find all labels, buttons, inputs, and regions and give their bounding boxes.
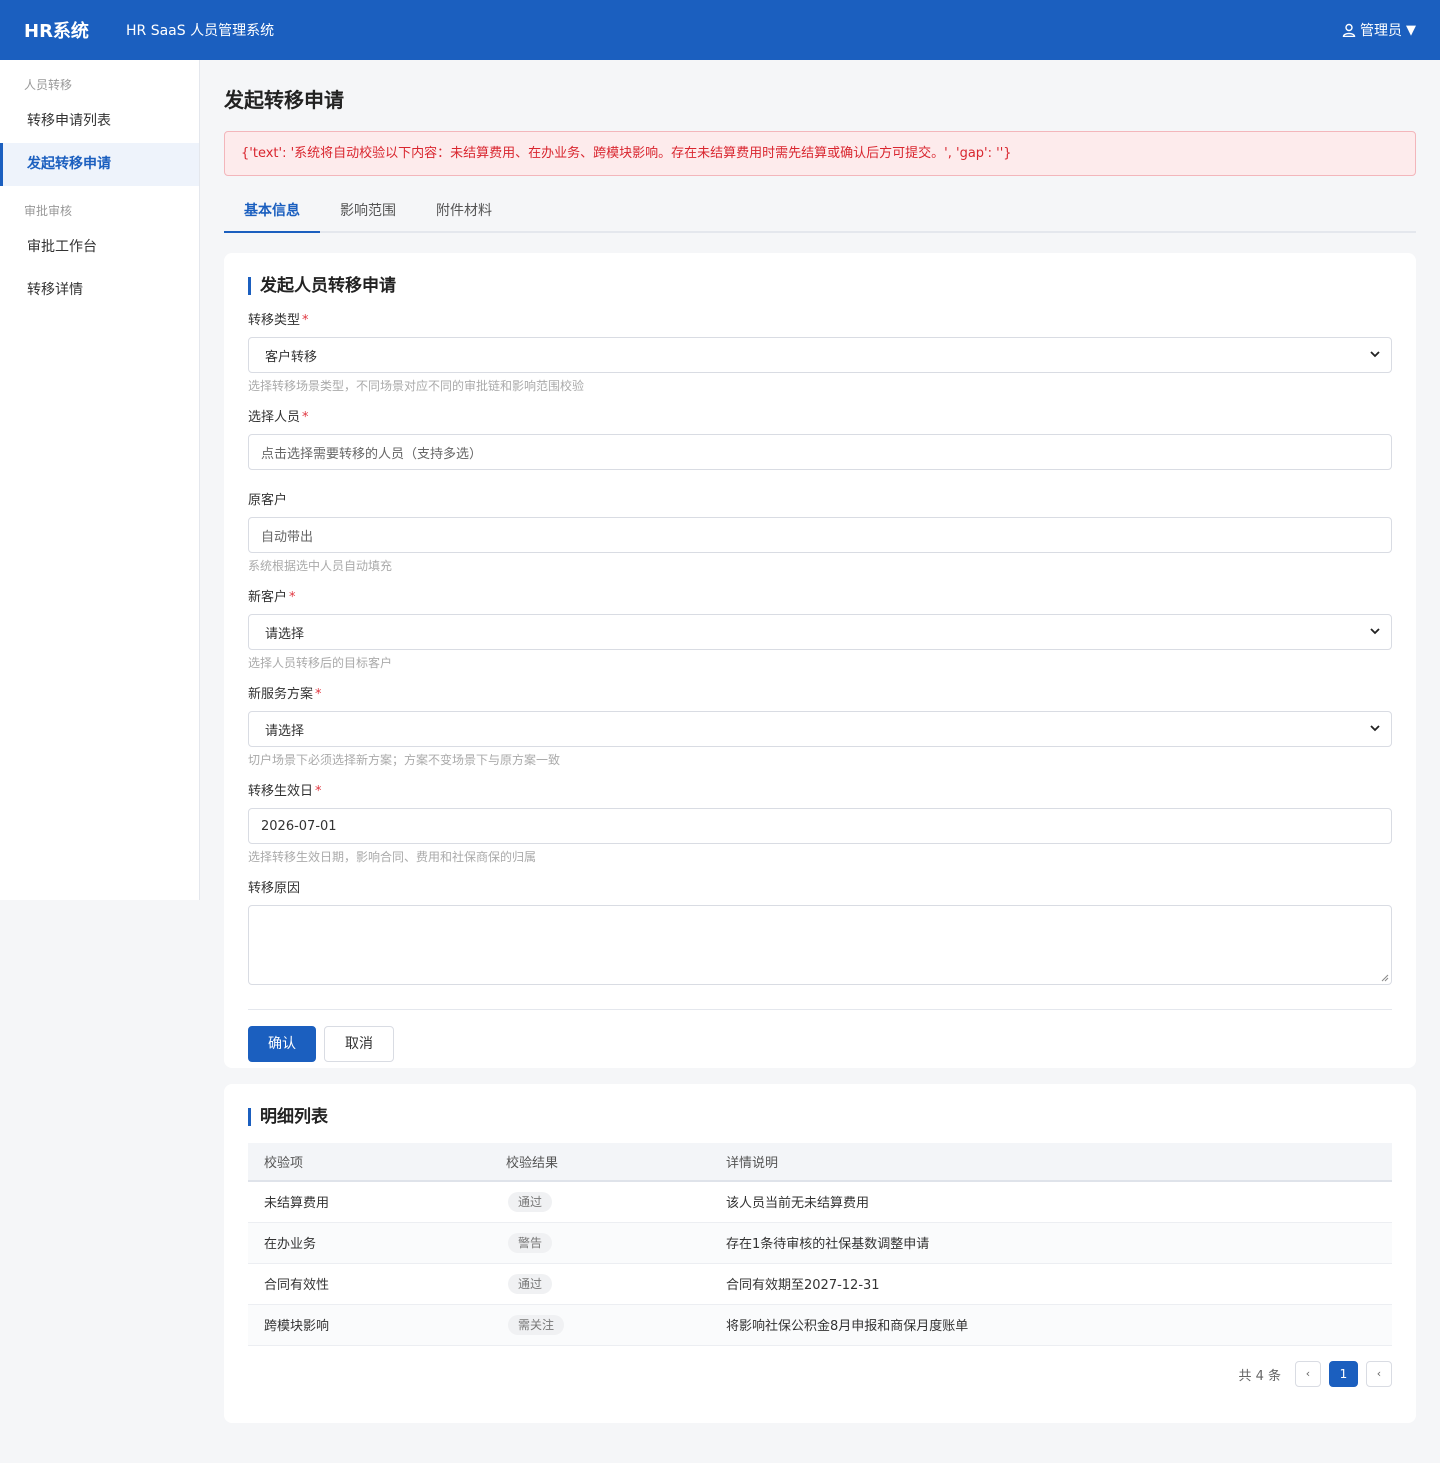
- reason-label: 转移原因: [248, 881, 301, 896]
- confirm-button[interactable]: 确认: [248, 1026, 316, 1062]
- user-icon: [1342, 23, 1356, 37]
- new-plan-select[interactable]: 请选择: [248, 711, 1392, 747]
- new-customer-label: 新客户 *: [248, 590, 296, 605]
- validation-alert: {'text': '系统将自动校验以下内容：未结算费用、在办业务、跨模块影响。存…: [224, 131, 1416, 176]
- top-bar: HR系统 HR SaaS 人员管理系统 管理员 ▼: [0, 0, 1440, 60]
- status-badge: 警告: [508, 1232, 553, 1253]
- sidebar-item-transfer-detail[interactable]: 转移详情: [0, 269, 199, 312]
- resize-grip-icon[interactable]: [1381, 974, 1389, 982]
- table-row: 在办业务 警告 存在1条待审核的社保基数调整申请: [248, 1222, 1392, 1264]
- new-customer-hint: 选择人员转移后的目标客户: [248, 656, 393, 670]
- status-badge: 需关注: [508, 1314, 565, 1335]
- detail-list-card: 明细列表 校验项 校验结果 详情说明 未结算费用 通过 该人员当前无未结算费用 …: [224, 1084, 1416, 1423]
- list-title: 明细列表: [248, 1108, 1392, 1126]
- column-header: 校验结果: [490, 1143, 710, 1182]
- orig-customer-hint: 系统根据选中人员自动填充: [248, 559, 393, 573]
- transfer-type-value: 客户转移: [265, 349, 318, 365]
- cell-detail: 将影响社保公积金8月申报和商保月度账单: [710, 1304, 1392, 1346]
- cell-detail: 该人员当前无未结算费用: [710, 1181, 1392, 1223]
- system-subtitle: HR SaaS 人员管理系统: [126, 23, 275, 39]
- sidebar: 人员转移 转移申请列表 发起转移申请 审批审核 审批工作台 转移详情: [0, 60, 200, 900]
- sidebar-item-approval-workbench[interactable]: 审批工作台: [0, 226, 199, 269]
- form-actions: 确认 取消: [248, 1026, 1392, 1062]
- cancel-button[interactable]: 取消: [324, 1026, 394, 1062]
- tab-basic-info[interactable]: 基本信息: [224, 192, 320, 233]
- sidebar-item-new-transfer[interactable]: 发起转移申请: [0, 143, 199, 186]
- brand-logo[interactable]: HR系统: [24, 17, 126, 43]
- cell-item: 合同有效性: [248, 1263, 490, 1305]
- status-badge: 通过: [508, 1273, 553, 1294]
- effective-date-input[interactable]: 2026-07-01: [248, 808, 1392, 844]
- effective-date-label: 转移生效日 *: [248, 784, 322, 799]
- transfer-form-card: 发起人员转移申请 转移类型 * 客户转移 选择转移场景类型，不同场景对应不同的审批…: [224, 253, 1416, 1068]
- transfer-type-label: 转移类型 *: [248, 313, 309, 328]
- personnel-label: 选择人员 *: [248, 410, 309, 425]
- transfer-type-select[interactable]: 客户转移: [248, 337, 1392, 373]
- tab-impact-scope[interactable]: 影响范围: [320, 192, 416, 231]
- orig-customer-label: 原客户: [248, 493, 288, 508]
- chevron-down-icon: [1370, 351, 1380, 358]
- status-badge: 通过: [508, 1191, 553, 1212]
- form-title: 发起人员转移申请: [248, 277, 1392, 295]
- table-row: 跨模块影响 需关注 将影响社保公积金8月申报和商保月度账单: [248, 1304, 1392, 1346]
- table-row: 未结算费用 通过 该人员当前无未结算费用: [248, 1181, 1392, 1223]
- validation-table: 校验项 校验结果 详情说明 未结算费用 通过 该人员当前无未结算费用 在办业务 …: [248, 1143, 1392, 1346]
- sidebar-item-transfer-list[interactable]: 转移申请列表: [0, 100, 199, 143]
- pagination: 共 4 条 ‹ 1 ‹: [1238, 1361, 1392, 1387]
- cell-item: 在办业务: [248, 1222, 490, 1264]
- cell-item: 未结算费用: [248, 1181, 490, 1223]
- new-plan-label: 新服务方案 *: [248, 687, 322, 702]
- main-content: 发起转移申请 {'text': '系统将自动校验以下内容：未结算费用、在办业务、…: [224, 60, 1416, 1423]
- chevron-down-icon: [1370, 628, 1380, 635]
- pagination-prev-button[interactable]: ‹: [1295, 1361, 1321, 1387]
- reason-textarea[interactable]: [248, 905, 1392, 985]
- form-divider: [248, 1009, 1392, 1010]
- cell-item: 跨模块影响: [248, 1304, 490, 1346]
- pagination-page-button[interactable]: 1: [1329, 1361, 1358, 1387]
- sidebar-group-approval: 审批审核: [24, 204, 73, 218]
- effective-date-hint: 选择转移生效日期，影响合同、费用和社保商保的归属: [248, 850, 537, 864]
- new-customer-value: 请选择: [265, 626, 305, 642]
- pagination-total: 共 4 条: [1238, 1368, 1281, 1384]
- table-row: 合同有效性 通过 合同有效期至2027-12-31: [248, 1263, 1392, 1305]
- cell-detail: 存在1条待审核的社保基数调整申请: [710, 1222, 1392, 1264]
- column-header: 校验项: [248, 1143, 490, 1182]
- new-plan-hint: 切户场景下必须选择新方案；方案不变场景下与原方案一致: [248, 753, 561, 767]
- chevron-down-icon: [1370, 725, 1380, 732]
- pagination-next-button[interactable]: ‹: [1366, 1361, 1392, 1387]
- personnel-picker[interactable]: 点击选择需要转移的人员（支持多选）: [248, 434, 1392, 470]
- new-customer-select[interactable]: 请选择: [248, 614, 1392, 650]
- user-menu[interactable]: 管理员 ▼: [1342, 20, 1416, 40]
- new-plan-value: 请选择: [265, 723, 305, 739]
- orig-customer-input[interactable]: 自动带出: [248, 517, 1392, 553]
- column-header: 详情说明: [710, 1143, 1392, 1182]
- tab-bar: 基本信息 影响范围 附件材料: [224, 192, 1416, 233]
- tab-attachments[interactable]: 附件材料: [416, 192, 512, 231]
- page-title: 发起转移申请: [224, 88, 344, 112]
- caret-down-icon: ▼: [1406, 22, 1416, 38]
- user-name: 管理员: [1360, 23, 1402, 39]
- cell-detail: 合同有效期至2027-12-31: [710, 1263, 1392, 1305]
- transfer-type-hint: 选择转移场景类型，不同场景对应不同的审批链和影响范围校验: [248, 379, 585, 393]
- sidebar-group-transfer: 人员转移: [24, 78, 73, 92]
